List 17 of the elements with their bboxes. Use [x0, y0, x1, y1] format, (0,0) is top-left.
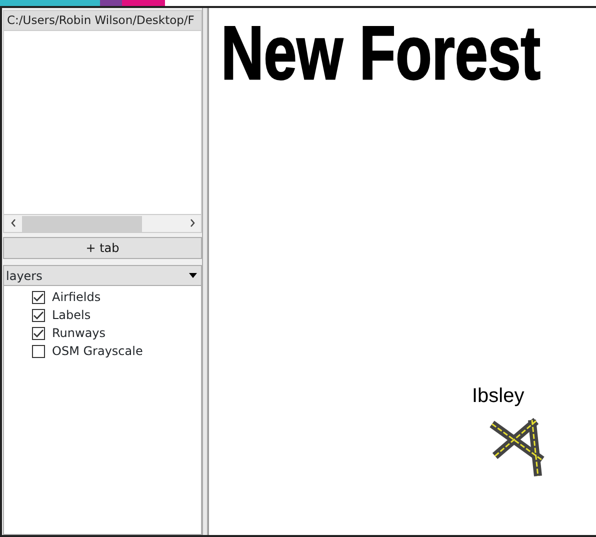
- layer-checkbox[interactable]: [32, 308, 45, 322]
- layer-label: OSM Grayscale: [52, 343, 143, 360]
- scroll-left-icon[interactable]: [10, 219, 16, 228]
- layer-checkbox[interactable]: [32, 290, 45, 304]
- horizontal-scrollbar[interactable]: [3, 215, 202, 234]
- layer-dropdown[interactable]: layers: [3, 265, 202, 286]
- layer-checkbox[interactable]: [32, 344, 45, 358]
- add-tab-button[interactable]: + tab: [3, 237, 202, 260]
- map-title: New Forest: [221, 16, 541, 92]
- place-label: Ibsley: [472, 386, 524, 406]
- dropdown-arrow-icon: [189, 273, 197, 278]
- layer-label: Labels: [52, 307, 91, 324]
- scroll-right-icon[interactable]: [190, 219, 194, 228]
- layer-label: Runways: [52, 325, 106, 342]
- path-field[interactable]: C:/Users/Robin Wilson/Desktop/F: [3, 10, 202, 32]
- layer-checkbox[interactable]: [32, 326, 45, 340]
- layer-label: Airfields: [52, 289, 101, 306]
